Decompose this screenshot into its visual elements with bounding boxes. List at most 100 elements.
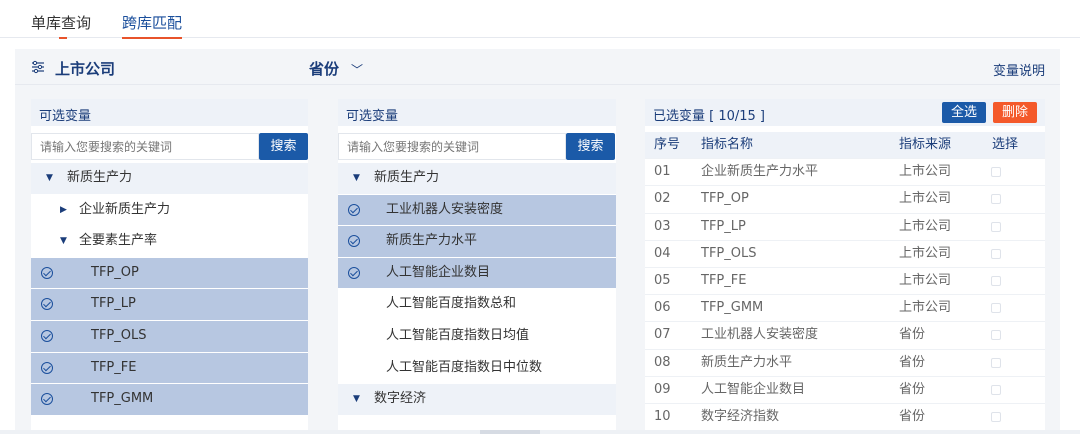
row-checkbox[interactable] xyxy=(991,275,1001,286)
row-checkbox[interactable] xyxy=(991,248,1001,259)
table-cell: 数字经济指数 xyxy=(701,408,780,424)
tree-node[interactable]: ▼ 新质生产力 xyxy=(338,163,616,195)
middle-search-input[interactable] xyxy=(338,133,566,160)
table-cell: 09 xyxy=(654,381,671,397)
filter-icon[interactable] xyxy=(31,60,45,74)
row-checkbox[interactable] xyxy=(991,384,1001,395)
tab-bar: 单库查询 跨库匹配 xyxy=(0,0,1080,39)
table-row[interactable]: 08 新质生产力水平 省份 xyxy=(645,350,1045,377)
selected-table: 序号 指标名称 指标来源 选择 01 企业新质生产力水平 上市公司 02 TFP_OP 上市公司 0… xyxy=(645,132,1045,432)
table-cell: 05 xyxy=(654,272,671,288)
middle-search: 搜索 xyxy=(338,126,616,163)
tree-node[interactable]: ▶ 企业新质生产力 xyxy=(31,195,308,227)
tree-node[interactable]: 人工智能百度指数日中位数 xyxy=(338,353,616,385)
middle-variable-column: 可选变量 搜索 ▼ 新质生产力工业机器人安装密度新质生产力水平人工智能企业数目人工… xyxy=(338,99,616,434)
tree-node-label: 数字经济 xyxy=(374,391,427,407)
left-search-button[interactable]: 搜索 xyxy=(259,133,308,160)
delete-button[interactable]: 删除 xyxy=(993,102,1037,123)
middle-column-header: 可选变量 xyxy=(338,99,616,126)
row-checkbox[interactable] xyxy=(991,167,1001,178)
table-cell: 03 xyxy=(654,218,671,234)
tree-node[interactable]: 人工智能企业数目 xyxy=(338,257,616,290)
table-cell: 省份 xyxy=(899,381,926,397)
table-row[interactable]: 07 工业机器人安装密度 省份 xyxy=(645,322,1045,350)
check-circle-icon[interactable] xyxy=(348,203,360,216)
tree-node[interactable]: TFP_FE xyxy=(31,352,308,385)
table-cell: 07 xyxy=(654,327,671,343)
table-row[interactable]: 03 TFP_LP 上市公司 xyxy=(645,214,1045,241)
tree-node[interactable]: ▼ 数字经济 xyxy=(338,384,616,416)
row-checkbox[interactable] xyxy=(991,357,1001,368)
check-circle-icon[interactable] xyxy=(41,329,53,342)
table-cell: TFP_FE xyxy=(701,272,747,288)
table-cell: TFP_OLS xyxy=(701,245,757,261)
table-cell: 上市公司 xyxy=(899,191,952,207)
tree-node[interactable]: TFP_GMM xyxy=(31,384,308,416)
row-checkbox[interactable] xyxy=(991,411,1001,422)
tree-node[interactable]: 人工智能百度指数日均值 xyxy=(338,321,616,353)
table-cell: TFP_OP xyxy=(701,191,749,207)
tree-node[interactable]: ▼ 新质生产力 xyxy=(31,163,308,195)
table-row[interactable]: 10 数字经济指数 省份 xyxy=(645,404,1045,432)
caret-down-icon[interactable]: ▼ xyxy=(353,384,360,414)
table-row[interactable]: 04 TFP_OLS 上市公司 xyxy=(645,241,1045,268)
tab-cross-match[interactable]: 跨库匹配 xyxy=(122,12,183,39)
selected-count: 已选变量 [ 10/15 ] xyxy=(653,109,766,124)
tree-node[interactable]: 新质生产力水平 xyxy=(338,226,616,258)
table-cell: TFP_GMM xyxy=(701,300,764,316)
table-cell: 省份 xyxy=(899,408,926,424)
table-row[interactable]: 02 TFP_OP 上市公司 xyxy=(645,186,1045,214)
scrollbar-thumb[interactable] xyxy=(480,430,540,434)
check-circle-icon[interactable] xyxy=(348,235,360,248)
left-column-title: 可选变量 xyxy=(39,109,92,124)
selected-column-header: 已选变量 [ 10/15 ] 全选 删除 xyxy=(645,99,1045,126)
table-row[interactable]: 09 人工智能企业数目 省份 xyxy=(645,377,1045,404)
tree-node[interactable]: TFP_OP xyxy=(31,257,308,290)
table-row[interactable]: 01 企业新质生产力水平 上市公司 xyxy=(645,159,1045,187)
table-cell: 上市公司 xyxy=(899,218,952,234)
check-circle-icon[interactable] xyxy=(41,361,53,374)
check-circle-icon[interactable] xyxy=(348,266,360,279)
table-cell: 企业新质生产力水平 xyxy=(701,164,819,180)
tree-node-label: 企业新质生产力 xyxy=(79,201,171,217)
middle-tree: ▼ 新质生产力 工业机器人安装密度 新质生产力水平人工智能企业数目人工智能百度指数总和… xyxy=(338,163,616,416)
table-cell: 省份 xyxy=(899,354,926,370)
table-row[interactable]: 06 TFP_GMM 上市公司 xyxy=(645,295,1045,323)
table-cell: 10 xyxy=(654,408,671,424)
middle-column-title: 可选变量 xyxy=(346,109,399,124)
tree-node-label: TFP_OLS xyxy=(91,327,147,343)
horizontal-scrollbar[interactable] xyxy=(0,430,1080,434)
check-circle-icon[interactable] xyxy=(41,266,53,279)
caret-right-icon[interactable]: ▶ xyxy=(60,195,67,225)
caret-down-icon[interactable]: ▼ xyxy=(353,163,360,193)
panel-header: 上市公司 省份 ﹀ 变量说明 xyxy=(15,49,1060,85)
tree-node[interactable]: ▼ 全要素生产率 xyxy=(31,226,308,258)
target-dropdown[interactable]: 省份 xyxy=(309,58,339,79)
left-column-header: 可选变量 xyxy=(31,99,308,126)
tree-node-label: 人工智能企业数目 xyxy=(386,264,491,280)
check-circle-icon[interactable] xyxy=(41,298,53,311)
tree-node[interactable]: 人工智能百度指数总和 xyxy=(338,289,616,321)
table-row[interactable]: 05 TFP_FE 上市公司 xyxy=(645,268,1045,296)
tree-node-label: TFP_GMM xyxy=(91,391,154,407)
check-circle-icon[interactable] xyxy=(41,393,53,406)
left-search-input[interactable] xyxy=(31,133,259,160)
table-cell: 02 xyxy=(654,191,671,207)
row-checkbox[interactable] xyxy=(991,221,1001,232)
select-all-button[interactable]: 全选 xyxy=(942,102,986,123)
left-search: 搜索 xyxy=(31,126,308,163)
match-panel: 上市公司 省份 ﹀ 变量说明 可选变量 搜索 ▼新质生产力▶企业新质生产力▼全要… xyxy=(15,49,1060,434)
tree-node[interactable]: TFP_LP xyxy=(31,289,308,321)
chevron-down-icon[interactable]: ﹀ xyxy=(351,61,363,78)
tree-node[interactable]: 工业机器人安装密度 xyxy=(338,194,616,227)
row-checkbox[interactable] xyxy=(991,303,1001,314)
row-checkbox[interactable] xyxy=(991,194,1001,205)
variable-explain-link[interactable]: 变量说明 xyxy=(993,60,1045,79)
caret-down-icon[interactable]: ▼ xyxy=(60,226,67,256)
middle-search-button[interactable]: 搜索 xyxy=(566,133,615,160)
tab-single-query[interactable]: 单库查询 xyxy=(31,12,91,39)
tree-node[interactable]: TFP_OLS xyxy=(31,320,308,353)
row-checkbox[interactable] xyxy=(991,330,1001,341)
caret-down-icon[interactable]: ▼ xyxy=(46,163,53,193)
column-header: 序号 xyxy=(654,137,681,152)
